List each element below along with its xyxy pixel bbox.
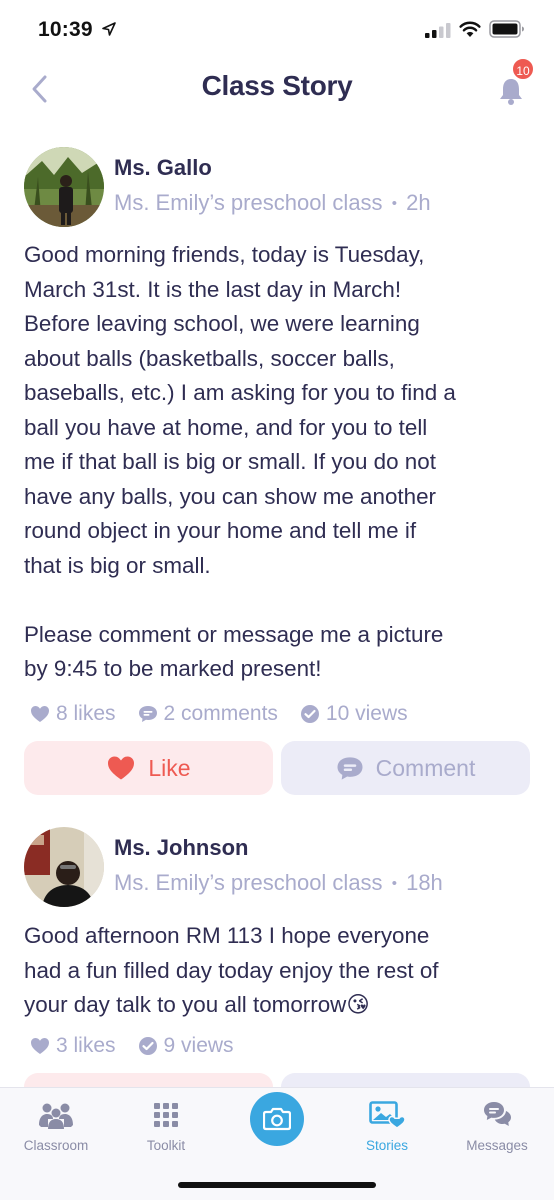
stories-icon xyxy=(369,1101,405,1129)
messages-icon xyxy=(484,1102,511,1126)
likes-stat[interactable]: 3 likes xyxy=(30,1034,116,1058)
avatar[interactable] xyxy=(24,827,104,907)
like-button[interactable]: Like xyxy=(24,741,273,795)
tab-messages[interactable]: Messages xyxy=(447,1098,547,1153)
cellular-signal-icon xyxy=(425,23,451,38)
status-time: 10:39 xyxy=(38,18,93,41)
heart-icon xyxy=(31,706,49,722)
camera-icon xyxy=(263,1107,291,1131)
post-time: 2h xyxy=(406,190,431,215)
comment-button-label: Comment xyxy=(375,754,476,781)
tab-toolkit[interactable]: Toolkit xyxy=(116,1098,216,1153)
likes-stat[interactable]: 8 likes xyxy=(30,702,116,726)
check-circle-icon xyxy=(300,705,319,723)
tab-label: Classroom xyxy=(23,1138,89,1153)
location-arrow-icon xyxy=(102,22,116,36)
check-circle-icon xyxy=(138,1037,157,1055)
likes-count: 8 likes xyxy=(56,702,116,725)
tab-stories[interactable]: Stories xyxy=(337,1098,437,1153)
notification-badge: 10 xyxy=(511,57,535,81)
comment-bubble-icon xyxy=(337,756,363,780)
views-stat: 9 views xyxy=(138,1034,234,1058)
post-author[interactable]: Ms. Johnson xyxy=(114,835,248,861)
views-count: 9 views xyxy=(163,1034,234,1057)
tab-label: Stories xyxy=(365,1138,409,1153)
post-stats: 3 likes 9 views xyxy=(30,1033,256,1059)
battery-icon xyxy=(489,20,524,38)
post-author[interactable]: Ms. Gallo xyxy=(114,155,212,181)
status-bar: 10:39 xyxy=(0,0,554,60)
post-stats: 8 likes 2 comments 10 views xyxy=(30,701,430,727)
views-stat: 10 views xyxy=(300,702,408,726)
views-count: 10 views xyxy=(325,702,408,725)
wifi-icon xyxy=(459,21,481,37)
camera-button[interactable] xyxy=(250,1092,304,1146)
meta-separator: • xyxy=(391,875,397,892)
classroom-icon xyxy=(39,1103,73,1129)
post-body: Good afternoon RM 113 I hope everyone ha… xyxy=(24,923,439,1017)
comments-stat[interactable]: 2 comments xyxy=(138,702,278,726)
like-button-label: Like xyxy=(148,754,191,781)
comment-button[interactable]: Comment xyxy=(281,741,530,795)
avatar[interactable] xyxy=(24,147,104,227)
home-indicator xyxy=(178,1182,376,1188)
meta-separator: • xyxy=(391,195,397,212)
likes-count: 3 likes xyxy=(56,1034,116,1057)
tab-label: Toolkit xyxy=(146,1138,186,1153)
tab-label: Messages xyxy=(466,1138,528,1153)
post-meta: Ms. Emily’s preschool class • 18h xyxy=(114,870,443,896)
heart-icon xyxy=(31,1038,49,1054)
navigation-bar: Class Story xyxy=(0,60,554,126)
post-time: 18h xyxy=(406,870,443,895)
post-meta: Ms. Emily’s preschool class • 2h xyxy=(114,190,431,216)
heart-icon xyxy=(108,756,135,780)
comment-bubble-icon xyxy=(138,706,157,722)
page-title: Class Story xyxy=(201,70,353,101)
comments-count: 2 comments xyxy=(163,702,278,725)
post-class-name: Ms. Emily’s preschool class xyxy=(114,190,383,215)
post-body: Good morning friends, today is Tuesday, … xyxy=(24,242,456,681)
toolkit-grid-icon xyxy=(154,1103,178,1127)
post-class-name: Ms. Emily’s preschool class xyxy=(114,870,383,895)
tab-classroom[interactable]: Classroom xyxy=(6,1098,106,1153)
